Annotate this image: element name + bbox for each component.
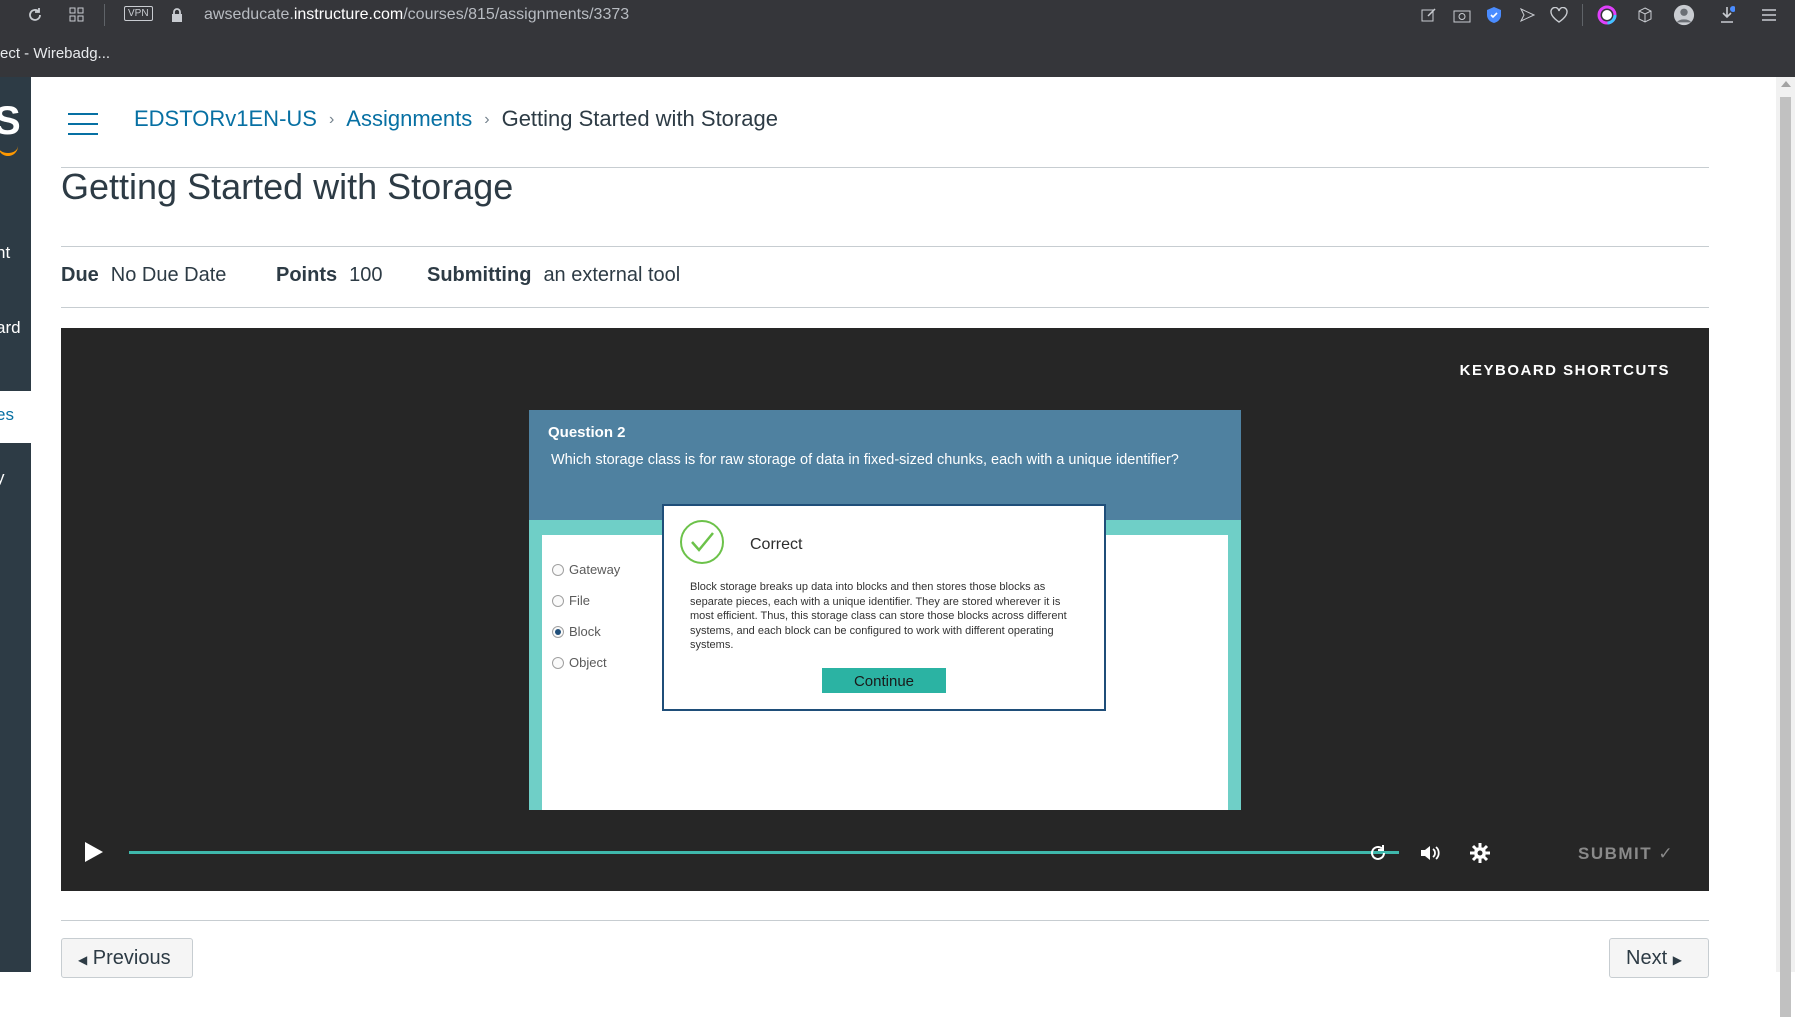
option-label: Block bbox=[569, 624, 601, 639]
browser-chrome: VPN awseducate.instructure.com/courses/8… bbox=[0, 0, 1795, 77]
points-value: 100 bbox=[349, 264, 383, 286]
option-label: Object bbox=[569, 655, 607, 670]
option-block[interactable]: Block bbox=[552, 624, 601, 639]
page-scrollbar[interactable] bbox=[1776, 77, 1795, 1017]
extension-color-icon[interactable] bbox=[1596, 4, 1618, 26]
quiz-slide: Question 2 Which storage class is for ra… bbox=[529, 410, 1241, 810]
play-icon[interactable] bbox=[85, 842, 103, 862]
previous-label: Previous bbox=[92, 947, 171, 969]
course-player: KEYBOARD SHORTCUTS Question 2 Which stor… bbox=[61, 328, 1709, 891]
caret-right-icon: ▶ bbox=[1672, 953, 1682, 967]
previous-button[interactable]: ◀ Previous bbox=[61, 938, 193, 978]
aws-smile-icon bbox=[0, 143, 18, 156]
option-label: Gateway bbox=[569, 562, 621, 577]
feedback-title: Correct bbox=[750, 536, 803, 553]
browser-toolbar: VPN awseducate.instructure.com/courses/8… bbox=[0, 0, 1795, 30]
caret-left-icon: ◀ bbox=[78, 953, 88, 967]
continue-button[interactable]: Continue bbox=[822, 668, 946, 693]
page-title: Getting Started with Storage bbox=[61, 166, 514, 207]
replay-icon[interactable] bbox=[1365, 840, 1391, 866]
checkmark-icon: ✓ bbox=[1658, 844, 1675, 863]
feedback-dialog: Correct Block storage breaks up data int… bbox=[662, 504, 1106, 711]
global-nav-item-history[interactable]: y bbox=[0, 468, 5, 488]
points-label: Points bbox=[276, 264, 338, 286]
points-info: Points 100 bbox=[276, 264, 383, 287]
toolbar-divider bbox=[1582, 4, 1583, 26]
divider bbox=[61, 920, 1709, 921]
option-file[interactable]: File bbox=[552, 593, 590, 608]
url-path: /courses/815/assignments/3373 bbox=[403, 6, 630, 23]
radio-button[interactable] bbox=[552, 594, 564, 607]
aws-logo[interactable]: S bbox=[0, 99, 21, 144]
global-nav-label: es bbox=[0, 405, 14, 424]
edit-page-icon[interactable] bbox=[1418, 4, 1440, 26]
next-label: Next bbox=[1626, 947, 1668, 969]
profile-avatar-icon[interactable] bbox=[1673, 4, 1695, 26]
due-info: Due No Due Date bbox=[61, 264, 226, 287]
breadcrumb: EDSTORv1EN-US › Assignments › Getting Starte… bbox=[134, 106, 778, 132]
submitting-info: Submitting an external tool bbox=[427, 264, 680, 287]
global-nav-item-admin[interactable]: nt bbox=[0, 243, 10, 263]
heart-icon[interactable] bbox=[1548, 4, 1570, 26]
chevron-right-icon: › bbox=[328, 111, 335, 129]
scrollbar-thumb[interactable] bbox=[1780, 97, 1791, 1017]
submit-button[interactable]: SUBMIT ✓ bbox=[1578, 844, 1674, 864]
camera-icon[interactable] bbox=[1451, 4, 1473, 26]
option-gateway[interactable]: Gateway bbox=[552, 562, 620, 577]
progress-bar[interactable] bbox=[129, 851, 1399, 854]
divider bbox=[61, 307, 1709, 308]
question-text: Which storage class is for raw storage o… bbox=[551, 452, 1179, 468]
divider bbox=[61, 246, 1709, 247]
keyboard-shortcuts-button[interactable]: KEYBOARD SHORTCUTS bbox=[1460, 362, 1670, 379]
question-number: Question 2 bbox=[548, 424, 626, 441]
settings-gear-icon[interactable] bbox=[1467, 840, 1493, 866]
url-domain: instructure.com bbox=[293, 6, 404, 23]
breadcrumb-course-link[interactable]: EDSTORv1EN-US bbox=[134, 106, 317, 131]
shield-icon[interactable] bbox=[1483, 4, 1505, 26]
global-nav-item-courses[interactable]: es bbox=[0, 391, 31, 443]
menu-lines-icon[interactable] bbox=[1758, 4, 1780, 26]
bookmark-item[interactable]: ect - Wirebadg... bbox=[0, 45, 110, 62]
breadcrumb-assignments-link[interactable]: Assignments bbox=[346, 106, 472, 131]
cube-icon[interactable] bbox=[1634, 4, 1656, 26]
download-icon[interactable] bbox=[1716, 4, 1738, 26]
radio-button-selected[interactable] bbox=[552, 625, 564, 638]
address-bar[interactable]: awseducate.instructure.com/courses/815/a… bbox=[204, 6, 629, 24]
radio-button[interactable] bbox=[552, 656, 564, 669]
check-circle-icon bbox=[680, 520, 724, 564]
global-nav: S nt ard es y bbox=[0, 77, 31, 972]
chevron-right-icon: › bbox=[484, 111, 490, 129]
radio-button[interactable] bbox=[552, 563, 564, 576]
feedback-text: Block storage breaks up data into blocks… bbox=[690, 581, 1067, 651]
send-icon[interactable] bbox=[1516, 4, 1538, 26]
next-button[interactable]: Next ▶ bbox=[1609, 938, 1709, 978]
course-menu-toggle-icon[interactable] bbox=[68, 113, 98, 135]
due-value: No Due Date bbox=[110, 264, 227, 286]
submitting-label: Submitting bbox=[427, 264, 532, 286]
option-object[interactable]: Object bbox=[552, 655, 607, 670]
vpn-badge[interactable]: VPN bbox=[124, 6, 153, 21]
global-nav-item-dashboard[interactable]: ard bbox=[0, 318, 21, 338]
scroll-up-arrow-icon[interactable] bbox=[1781, 81, 1791, 87]
tabs-grid-icon[interactable] bbox=[66, 4, 88, 26]
breadcrumb-current: Getting Started with Storage bbox=[501, 106, 778, 131]
reload-icon[interactable] bbox=[24, 4, 46, 26]
volume-icon[interactable] bbox=[1417, 840, 1443, 866]
due-label: Due bbox=[61, 264, 99, 286]
url-prefix: awseducate. bbox=[204, 6, 294, 23]
submitting-value: an external tool bbox=[543, 264, 681, 286]
option-label: File bbox=[569, 593, 590, 608]
submit-label: SUBMIT bbox=[1578, 844, 1653, 863]
toolbar-divider bbox=[104, 4, 105, 26]
lock-icon[interactable] bbox=[166, 4, 188, 26]
